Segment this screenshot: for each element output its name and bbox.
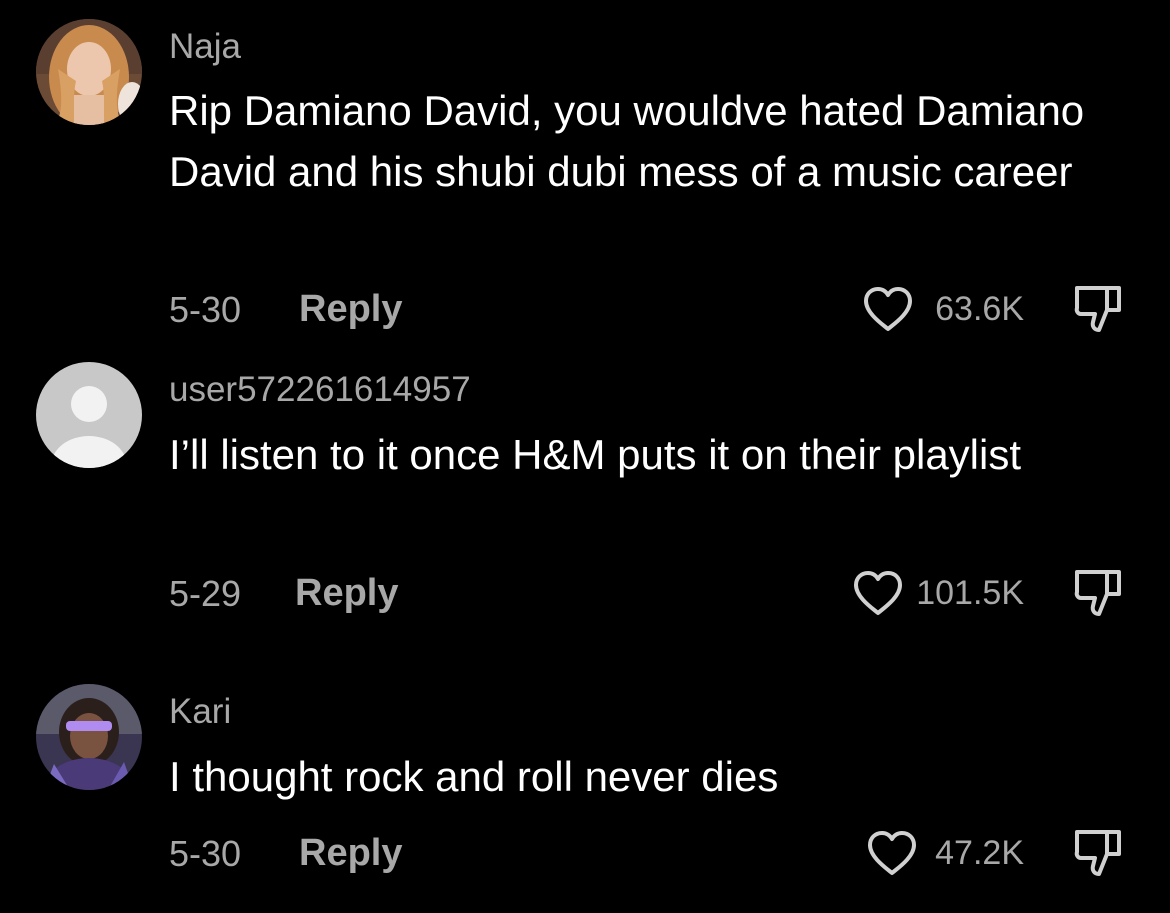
comment-date: 5-30: [169, 833, 242, 874]
like-count: 63.6K: [935, 290, 1024, 328]
comment-item: user572261614957 I’ll listen to it once …: [0, 340, 1170, 640]
username[interactable]: Naja: [169, 29, 241, 64]
avatar[interactable]: [36, 362, 142, 468]
heart-icon[interactable]: [866, 830, 918, 876]
comment-text: Rip Damiano David, you wouldve hated Dam…: [169, 87, 1085, 195]
comment-text: I’ll listen to it once H&M puts it on th…: [169, 431, 1022, 478]
like-count: 101.5K: [916, 574, 1024, 612]
heart-icon[interactable]: [852, 570, 904, 616]
thumbs-down-icon[interactable]: [1071, 566, 1127, 618]
thumbs-down-icon[interactable]: [1071, 282, 1127, 334]
reply-button[interactable]: Reply: [295, 574, 398, 612]
comment-date: 5-30: [169, 289, 242, 330]
thumbs-down-icon[interactable]: [1071, 826, 1127, 878]
avatar[interactable]: [36, 19, 142, 125]
avatar[interactable]: [36, 684, 142, 790]
comment-item: Kari I thought rock and roll never dies …: [0, 640, 1170, 913]
comment-item: Naja Rip Damiano David, you wouldve hate…: [0, 0, 1170, 340]
comment-text: I thought rock and roll never dies: [169, 753, 779, 800]
heart-icon[interactable]: [862, 286, 914, 332]
like-count: 47.2K: [935, 834, 1024, 872]
reply-button[interactable]: Reply: [299, 290, 402, 328]
username[interactable]: user572261614957: [169, 372, 471, 407]
reply-button[interactable]: Reply: [299, 834, 402, 872]
username[interactable]: Kari: [169, 694, 231, 729]
comment-date: 5-29: [169, 573, 242, 614]
